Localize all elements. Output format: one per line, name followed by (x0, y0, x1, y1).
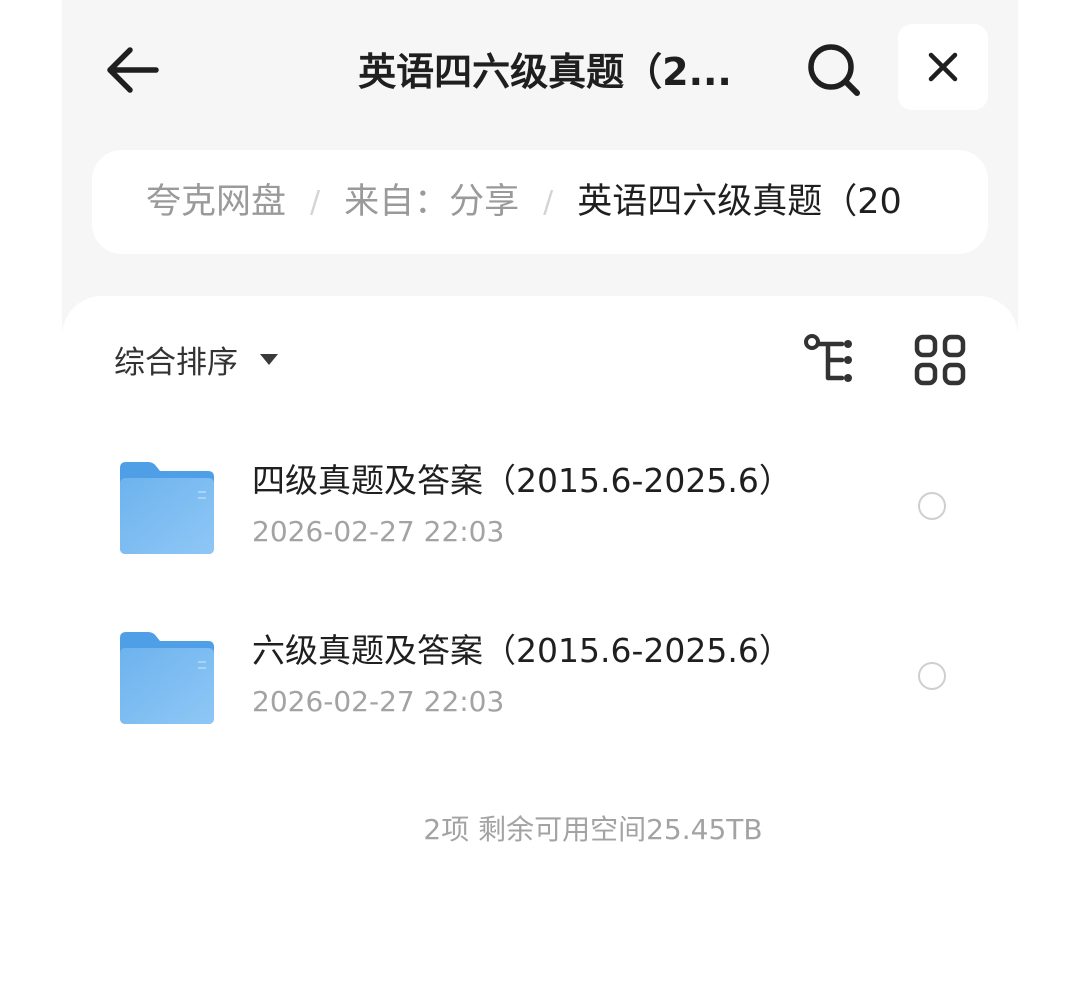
sort-dropdown[interactable]: 综合排序 (114, 334, 278, 384)
file-row[interactable]: 四级真题及答案（2015.6-2025.6） 2026-02-27 22:03 (62, 461, 1018, 582)
search-button[interactable] (800, 38, 868, 102)
close-icon (928, 52, 958, 82)
close-button[interactable] (898, 24, 988, 110)
file-name: 四级真题及答案（2015.6-2025.6） (252, 461, 792, 500)
header-bar: 英语四六级真题（2... (0, 0, 1080, 140)
breadcrumb-separator: / (543, 184, 554, 220)
folder-icon (120, 462, 214, 554)
search-icon (808, 44, 860, 96)
breadcrumb-item-root[interactable]: 夸克网盘 (146, 150, 286, 254)
sort-label: 综合排序 (114, 344, 238, 381)
tree-structure-icon (804, 334, 852, 382)
file-date: 2026-02-27 22:03 (252, 685, 505, 718)
file-name: 六级真题及答案（2015.6-2025.6） (252, 631, 792, 670)
file-row[interactable]: 六级真题及答案（2015.6-2025.6） 2026-02-27 22:03 (62, 631, 1018, 752)
caret-down-icon (260, 353, 278, 365)
grid-icon (914, 334, 966, 386)
select-radio[interactable] (918, 662, 946, 690)
back-button[interactable] (98, 38, 166, 102)
breadcrumb-item-current: 英语四六级真题（20 (577, 182, 902, 222)
tree-view-button[interactable] (802, 332, 862, 388)
breadcrumb: 夸克网盘 / 来自：分享 / 英语四六级真题（20 (92, 150, 988, 254)
page-title: 英语四六级真题（2... (358, 50, 732, 94)
arrow-left-icon (107, 47, 159, 93)
breadcrumb-item-shared[interactable]: 来自：分享 (344, 150, 519, 254)
storage-summary: 2项 剩余可用空间25.45TB (423, 813, 763, 846)
folder-icon (120, 632, 214, 724)
breadcrumb-separator: / (310, 184, 321, 220)
select-radio[interactable] (918, 492, 946, 520)
file-list-panel: 综合排序 四级真题及答案（2015.6-2025.6） 2026-02-27 2… (62, 296, 1018, 990)
app-root: 英语四六级真题（2... 夸克网盘 / 来自：分享 / 英语四六级真题（20 综… (0, 0, 1080, 990)
grid-view-button[interactable] (914, 334, 966, 386)
file-date: 2026-02-27 22:03 (252, 515, 505, 548)
